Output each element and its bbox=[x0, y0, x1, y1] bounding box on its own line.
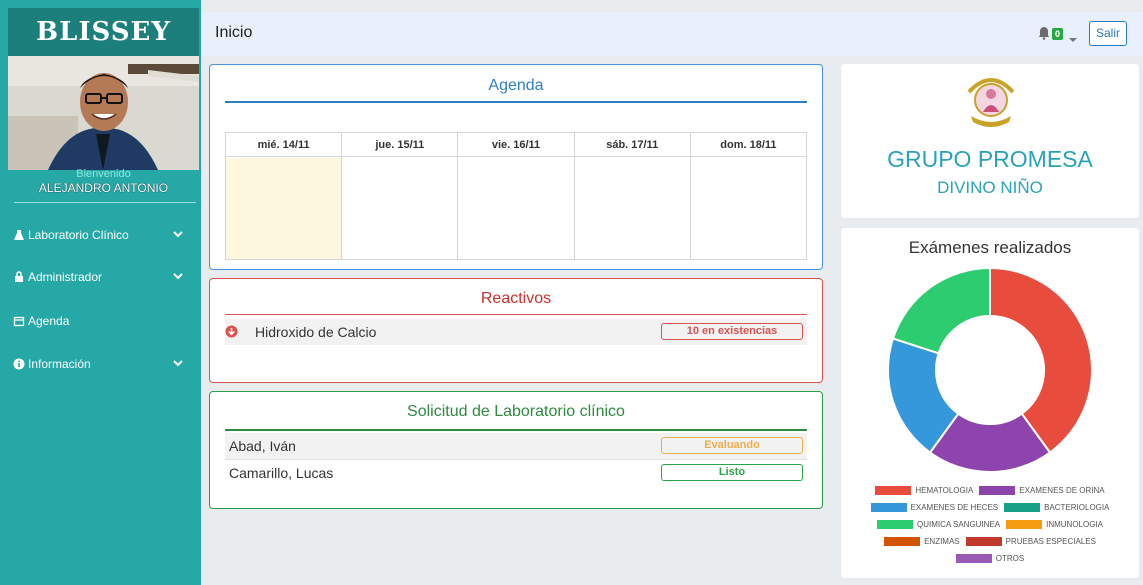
calendar-day-header: sáb. 17/11 bbox=[574, 133, 690, 157]
patient-name: Camarillo, Lucas bbox=[229, 465, 334, 481]
reactivos-title: Reactivos bbox=[480, 290, 552, 307]
sidebar-item-label: Información bbox=[28, 357, 91, 371]
legend-item[interactable]: HEMATOLOGIA bbox=[875, 486, 973, 495]
legend-swatch bbox=[955, 554, 992, 563]
legend-label: HEMATOLOGIA bbox=[915, 486, 974, 495]
legend-item[interactable]: QUIMICA SANGUINEA bbox=[876, 520, 1001, 529]
legend-label: EXAMENES DE HECES bbox=[910, 503, 999, 512]
legend-label: PRUEBAS ESPECIALES bbox=[1005, 537, 1096, 546]
legend-label: ENZIMAS bbox=[924, 537, 960, 546]
calendar-day-column[interactable]: vie. 16/11 bbox=[458, 133, 575, 259]
legend-item[interactable]: PRUEBAS ESPECIALES bbox=[965, 537, 1096, 546]
legend-item[interactable]: OTROS bbox=[955, 554, 1025, 563]
legend-swatch bbox=[965, 537, 1002, 546]
calendar-day-column[interactable]: sáb. 17/11 bbox=[574, 133, 691, 259]
brand-card: GRUPO PROMESA DIVINO NIÑO bbox=[841, 64, 1139, 218]
page-title: Inicio bbox=[215, 24, 253, 41]
legend-swatch bbox=[884, 537, 921, 546]
pie-slice-4[interactable] bbox=[891, 266, 991, 355]
brand-title: GRUPO PROMESA bbox=[887, 146, 1093, 172]
legend-item[interactable]: INMUNOLOGIA bbox=[1006, 520, 1103, 529]
user-name: ALEJANDRO ANTONIO bbox=[38, 181, 169, 195]
legend-label: INMUNOLOGIA bbox=[1046, 520, 1104, 529]
legend-item[interactable]: ENZIMAS bbox=[884, 537, 960, 546]
chart-legend: HEMATOLOGIA EXAMENES DE ORINA EXAMENES DE … bbox=[841, 482, 1139, 567]
donut-chart[interactable] bbox=[886, 266, 1094, 474]
legend-row: OTROS bbox=[841, 550, 1139, 567]
solicitud-divider bbox=[225, 429, 807, 431]
sidebar-item-informacion[interactable]: Información bbox=[12, 353, 192, 375]
patient-name: Abad, Iván bbox=[229, 438, 296, 454]
sidebar-item-label: Laboratorio Clínico bbox=[28, 228, 129, 242]
list-item[interactable]: Camarillo, Lucas Listo bbox=[225, 459, 807, 485]
legend-swatch bbox=[1004, 503, 1041, 512]
lock-icon bbox=[12, 270, 26, 284]
legend-row: QUIMICA SANGUINEA INMUNOLOGIA bbox=[841, 516, 1139, 533]
legend-swatch bbox=[1006, 520, 1043, 529]
agenda-card: Agenda mié. 14/11 jue. 15/11 vie. 16/11 … bbox=[209, 64, 823, 270]
legend-label: EXAMENES DE ORINA bbox=[1019, 486, 1105, 495]
legend-item[interactable]: EXAMENES DE HECES bbox=[870, 503, 999, 512]
calendar-day-header: jue. 15/11 bbox=[342, 133, 458, 157]
calendar-today-cell[interactable] bbox=[226, 158, 342, 259]
brand-subtitle: DIVINO NIÑO bbox=[937, 178, 1043, 197]
calendar-icon bbox=[12, 314, 26, 328]
status-badge: 10 en existencias bbox=[661, 323, 803, 340]
status-badge: Listo bbox=[661, 464, 803, 481]
legend-label: OTROS bbox=[995, 554, 1025, 563]
bell-icon[interactable] bbox=[1038, 26, 1052, 40]
chart-title: Exámenes realizados bbox=[908, 238, 1072, 257]
calendar-day-column[interactable]: jue. 15/11 bbox=[342, 133, 459, 259]
legend-swatch bbox=[870, 503, 907, 512]
legend-row: EXAMENES DE HECES BACTERIOLOGIA bbox=[841, 499, 1139, 516]
caret-down-icon[interactable] bbox=[1068, 31, 1078, 42]
agenda-title: Agenda bbox=[488, 77, 544, 94]
welcome-text: Bienvenido bbox=[76, 168, 131, 180]
sidebar-item-agenda[interactable]: Agenda bbox=[12, 310, 192, 332]
status-badge: Evaluando bbox=[661, 437, 803, 454]
sidebar: BLISSEY Bienvenido ALEJANDRO ANTONIO Lab… bbox=[0, 0, 201, 585]
legend-item[interactable]: EXAMENES DE ORINA bbox=[979, 486, 1105, 495]
chevron-down-icon bbox=[172, 228, 184, 240]
legend-row: ENZIMAS PRUEBAS ESPECIALES bbox=[841, 533, 1139, 550]
flask-icon bbox=[12, 228, 26, 242]
notifications-badge[interactable]: 0 bbox=[1052, 28, 1063, 40]
info-icon bbox=[12, 357, 26, 371]
top-bar: Inicio 0 Salir bbox=[201, 12, 1143, 56]
legend-item[interactable]: BACTERIOLOGIA bbox=[1004, 503, 1109, 512]
calendar-day-column[interactable]: mié. 14/11 bbox=[226, 133, 343, 259]
legend-swatch bbox=[876, 520, 913, 529]
sidebar-item-administrador[interactable]: Administrador bbox=[12, 266, 192, 288]
arrow-down-circle-icon bbox=[225, 325, 238, 338]
reactivo-name: Hidroxido de Calcio bbox=[255, 324, 377, 340]
chevron-down-icon bbox=[172, 270, 184, 282]
hospital-seal-icon bbox=[963, 72, 1019, 132]
legend-label: QUIMICA SANGUINEA bbox=[916, 520, 1001, 529]
sidebar-divider bbox=[14, 202, 196, 203]
logout-button[interactable]: Salir bbox=[1089, 21, 1127, 46]
solicitud-title: Solicitud de Laboratorio clínico bbox=[407, 403, 625, 420]
sidebar-item-label: Agenda bbox=[28, 314, 70, 328]
reactivos-card: Reactivos Hidroxido de Calcio 10 en exis… bbox=[209, 278, 823, 383]
agenda-divider bbox=[225, 101, 807, 103]
sidebar-item-laboratorio[interactable]: Laboratorio Clínico bbox=[12, 224, 192, 246]
brand-logo[interactable]: BLISSEY bbox=[8, 8, 199, 56]
list-item[interactable]: Hidroxido de Calcio 10 en existencias bbox=[225, 319, 807, 345]
legend-row: HEMATOLOGIA EXAMENES DE ORINA bbox=[841, 482, 1139, 499]
legend-swatch bbox=[875, 486, 912, 495]
list-item[interactable]: Abad, Iván Evaluando bbox=[225, 433, 807, 459]
legend-swatch bbox=[979, 486, 1016, 495]
calendar-day-header: vie. 16/11 bbox=[458, 133, 574, 157]
agenda-calendar: mié. 14/11 jue. 15/11 vie. 16/11 sáb. 17… bbox=[225, 132, 807, 260]
solicitud-card: Solicitud de Laboratorio clínico Abad, I… bbox=[209, 391, 823, 509]
calendar-day-header: mié. 14/11 bbox=[226, 133, 342, 157]
chevron-down-icon bbox=[172, 357, 184, 369]
calendar-day-column[interactable]: dom. 18/11 bbox=[690, 133, 807, 259]
sidebar-item-label: Administrador bbox=[28, 270, 103, 284]
reactivos-divider bbox=[225, 314, 807, 315]
user-avatar bbox=[8, 56, 199, 170]
chart-card: Exámenes realizados HEMATOLOGIA EXAMENES … bbox=[841, 228, 1139, 578]
legend-label: BACTERIOLOGIA bbox=[1044, 503, 1110, 512]
calendar-day-header: dom. 18/11 bbox=[690, 133, 807, 157]
